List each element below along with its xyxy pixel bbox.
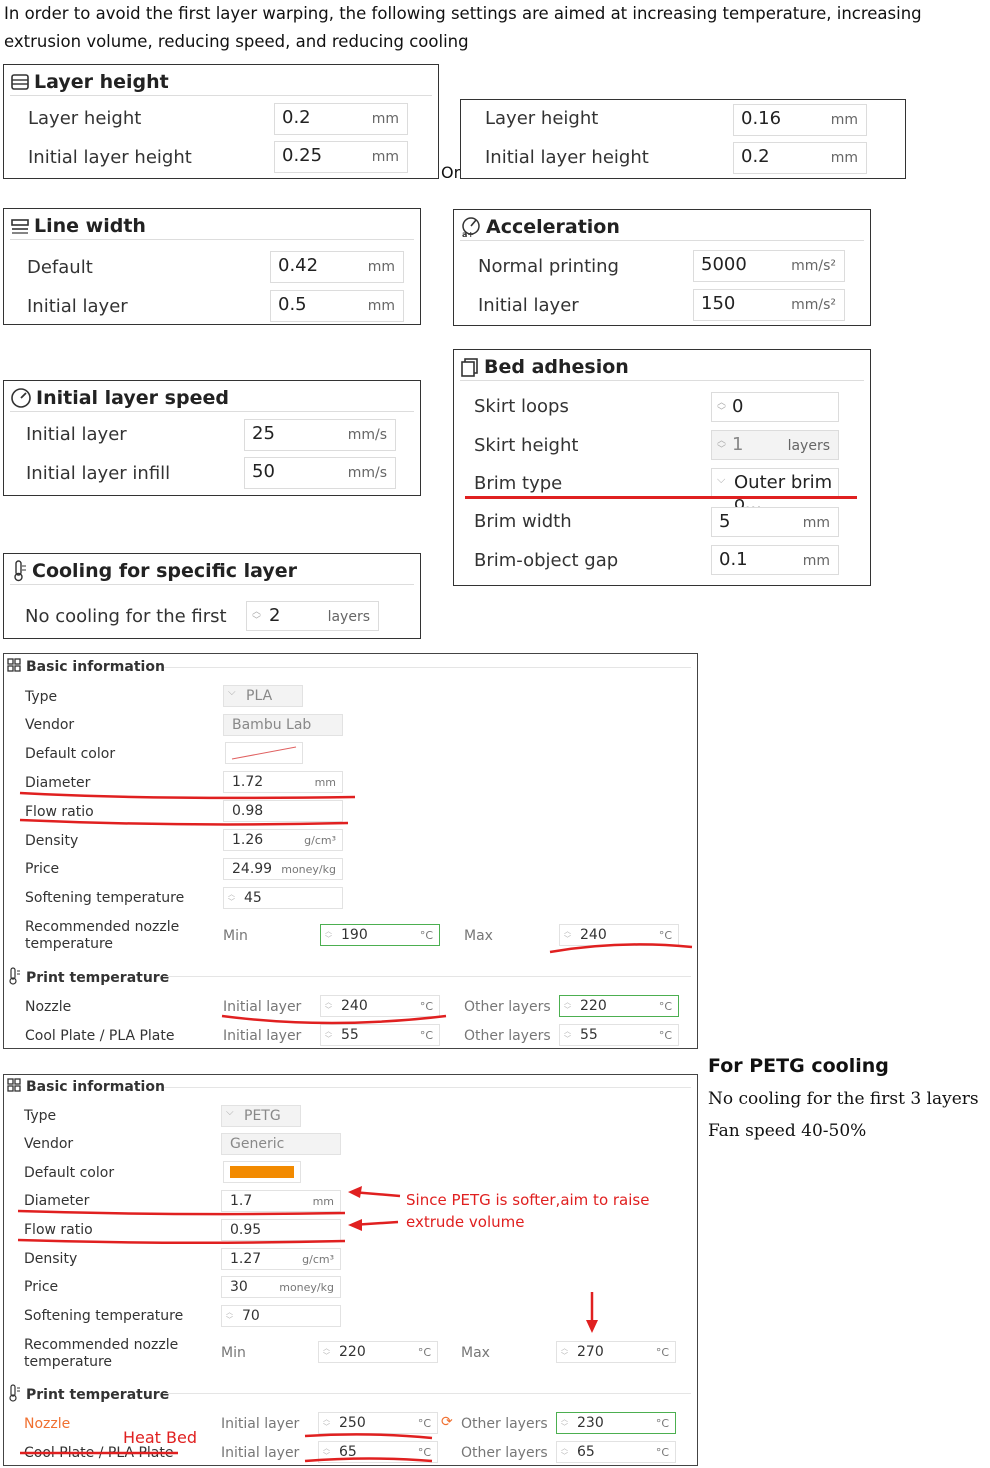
petg-annotations [17, 1186, 598, 1463]
